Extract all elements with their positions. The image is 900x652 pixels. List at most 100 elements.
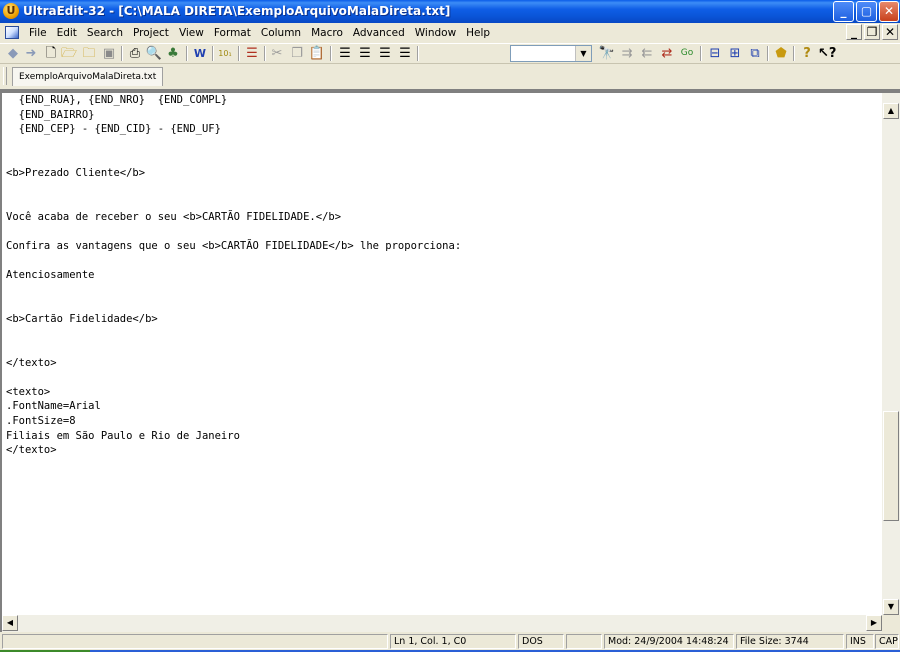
word-wrap-icon[interactable]: W	[191, 45, 209, 62]
menu-view[interactable]: View	[174, 27, 209, 39]
align-center-icon[interactable]: ☰	[356, 45, 374, 62]
vertical-scroll-thumb[interactable]	[883, 411, 899, 521]
editor-line[interactable]: <b>Cartão Fidelidade</b>	[2, 312, 882, 327]
editor-line[interactable]: </texto>	[2, 443, 882, 458]
editor-line[interactable]: <texto>	[2, 385, 882, 400]
tab-exemplo-arquivo[interactable]: ExemploArquivoMalaDireta.txt	[12, 67, 164, 86]
cut-icon[interactable]: ✂	[268, 45, 286, 62]
toolbar-separator	[121, 46, 123, 61]
editor-line[interactable]: <b>Prezado Cliente</b>	[2, 166, 882, 181]
status-insert-mode[interactable]: INS	[846, 634, 874, 649]
document-tab-bar: ExemploArquivoMalaDireta.txt	[0, 63, 900, 89]
find-next-icon[interactable]: ⇉	[618, 45, 636, 62]
editor-line[interactable]: Confira as vantagens que o seu <b>CARTÃO…	[2, 239, 882, 254]
back-arrow-icon[interactable]: ◆	[4, 45, 22, 62]
replace-icon[interactable]: ⇄	[658, 45, 676, 62]
editor-line[interactable]	[2, 283, 882, 298]
close-button[interactable]: ✕	[879, 1, 899, 22]
menu-format[interactable]: Format	[209, 27, 256, 39]
toolbar-separator	[264, 46, 266, 61]
mdi-close-button[interactable]: ✕	[882, 24, 898, 40]
tag-icon[interactable]: ⬟	[772, 45, 790, 62]
open-folder-icon[interactable]: 🗁	[60, 45, 78, 62]
window-icon[interactable]: ⧉	[746, 45, 764, 62]
text-editor[interactable]: {END_RUA}, {END_NRO} {END_COMPL} {END_BA…	[2, 93, 882, 615]
toolbar-separator	[417, 46, 419, 61]
save-icon[interactable]: ▣	[100, 45, 118, 62]
editor-line[interactable]: </texto>	[2, 356, 882, 371]
hex-icon[interactable]: 10₁	[216, 45, 234, 62]
editor-line[interactable]: {END_RUA}, {END_NRO} {END_COMPL}	[2, 93, 882, 108]
align-left-icon[interactable]: ☰	[336, 45, 354, 62]
font-combo[interactable]: ▼	[510, 45, 592, 62]
chevron-down-icon[interactable]: ▼	[575, 46, 591, 61]
toolbar-separator	[212, 46, 214, 61]
menu-help[interactable]: Help	[461, 27, 495, 39]
find-prev-icon[interactable]: ⇇	[638, 45, 656, 62]
editor-line[interactable]	[2, 370, 882, 385]
editor-line[interactable]: .FontSize=8	[2, 414, 882, 429]
editor-line[interactable]	[2, 224, 882, 239]
toolbar-separator	[767, 46, 769, 61]
help-icon[interactable]: ?	[798, 45, 816, 62]
maximize-button[interactable]: ▢	[856, 1, 877, 22]
open-icon[interactable]: 🗀	[80, 45, 98, 62]
scrollbar-corner	[882, 615, 900, 632]
menu-project[interactable]: Project	[128, 27, 174, 39]
menu-window[interactable]: Window	[410, 27, 461, 39]
vertical-scrollbar[interactable]: ▲ ▼	[882, 93, 900, 615]
menu-search[interactable]: Search	[82, 27, 128, 39]
editor-line[interactable]	[2, 341, 882, 356]
editor-line[interactable]	[2, 137, 882, 152]
horizontal-scrollbar[interactable]: ◀ ▶	[2, 615, 882, 632]
editor-line[interactable]: Você acaba de receber o seu <b>CARTÃO FI…	[2, 210, 882, 225]
menu-macro[interactable]: Macro	[306, 27, 348, 39]
scroll-left-button[interactable]: ◀	[2, 615, 18, 631]
copy-icon[interactable]: ❐	[288, 45, 306, 62]
editor-line[interactable]: .FontName=Arial	[2, 399, 882, 414]
column-icon[interactable]: ☰	[243, 45, 261, 62]
minimize-button[interactable]: _	[833, 1, 854, 22]
menu-edit[interactable]: Edit	[52, 27, 82, 39]
align-right-icon[interactable]: ☰	[376, 45, 394, 62]
context-help-icon[interactable]: ↖?	[818, 45, 836, 62]
paste-icon[interactable]: 📋	[308, 45, 326, 62]
toolbar-separator	[186, 46, 188, 61]
status-message	[2, 634, 388, 649]
menu-advanced[interactable]: Advanced	[348, 27, 410, 39]
editor-line[interactable]: Atenciosamente	[2, 268, 882, 283]
status-modified: Mod: 24/9/2004 14:48:24	[604, 634, 734, 649]
menu-file[interactable]: File	[24, 27, 52, 39]
scroll-right-button[interactable]: ▶	[866, 615, 882, 631]
editor-line[interactable]	[2, 327, 882, 342]
mdi-restore-button[interactable]: ❐	[864, 24, 880, 40]
toolbar-separator	[330, 46, 332, 61]
new-file-icon[interactable]: 🗋	[42, 45, 60, 62]
forward-arrow-icon[interactable]: ➜	[22, 45, 40, 62]
menu-column[interactable]: Column	[256, 27, 306, 39]
tab-bar-grip[interactable]	[3, 67, 7, 85]
spell-check-icon[interactable]: ♣	[164, 45, 182, 62]
split-horizontal-icon[interactable]: ⊟	[706, 45, 724, 62]
editor-line[interactable]	[2, 181, 882, 196]
ultraedit-logo-icon[interactable]: U	[3, 3, 19, 19]
find-icon[interactable]: 🔭	[598, 45, 616, 62]
print-preview-icon[interactable]: 🔍	[145, 45, 163, 62]
justify-icon[interactable]: ☰	[396, 45, 414, 62]
goto-icon[interactable]: Go	[678, 45, 696, 62]
document-menu-icon[interactable]	[5, 26, 19, 39]
print-icon[interactable]: ⎙	[126, 45, 144, 62]
split-vertical-icon[interactable]: ⊞	[726, 45, 744, 62]
editor-line[interactable]: {END_CEP} - {END_CID} - {END_UF}	[2, 122, 882, 137]
editor-line[interactable]: Filiais em São Paulo e Rio de Janeiro	[2, 429, 882, 444]
title-bar[interactable]: U UltraEdit-32 - [C:\MALA DIRETA\Exemplo…	[0, 0, 900, 23]
editor-line[interactable]	[2, 195, 882, 210]
scroll-up-button[interactable]: ▲	[883, 103, 899, 119]
editor-line[interactable]	[2, 151, 882, 166]
editor-frame: {END_RUA}, {END_NRO} {END_COMPL} {END_BA…	[0, 89, 900, 632]
scroll-down-button[interactable]: ▼	[883, 599, 899, 615]
editor-line[interactable]	[2, 297, 882, 312]
editor-line[interactable]: {END_BAIRRO}	[2, 108, 882, 123]
editor-line[interactable]	[2, 254, 882, 269]
mdi-minimize-button[interactable]: _	[846, 24, 862, 40]
